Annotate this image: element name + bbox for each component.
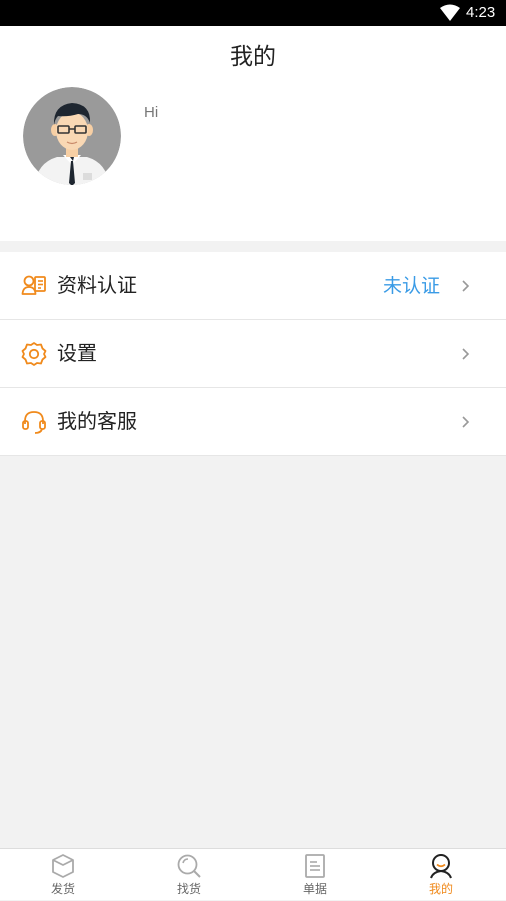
page-title: 我的 — [230, 44, 276, 70]
tab-label: 找货 — [176, 882, 201, 896]
status-time: 4:23 — [466, 4, 496, 21]
greeting-text: Hi — [144, 104, 159, 121]
tab-documents[interactable]: 单据 — [252, 849, 378, 901]
settings-menu: 资料认证 未认证 设置 我的客服 — [0, 252, 506, 456]
tab-mine[interactable]: 我的 — [378, 849, 504, 901]
user-icon — [430, 854, 452, 879]
tab-label: 我的 — [428, 882, 453, 896]
avatar[interactable] — [23, 87, 121, 185]
menu-item-label: 设置 — [57, 341, 97, 365]
tab-label: 发货 — [50, 882, 75, 896]
headset-icon — [22, 411, 46, 434]
tab-label: 单据 — [302, 882, 327, 896]
profile-section: 我的 Hi — [0, 26, 506, 241]
menu-item-verification[interactable]: 资料认证 未认证 — [0, 252, 506, 320]
user-avatar-icon — [23, 87, 121, 185]
document-icon — [305, 854, 325, 878]
menu-item-customer-service[interactable]: 我的客服 — [0, 388, 506, 456]
menu-item-settings[interactable]: 设置 — [0, 320, 506, 388]
wifi-icon — [440, 4, 460, 21]
tab-ship[interactable]: 发货 — [0, 849, 126, 901]
id-card-icon — [21, 275, 46, 295]
menu-item-label: 资料认证 — [57, 273, 137, 297]
menu-item-label: 我的客服 — [57, 409, 137, 433]
chevron-right-icon — [462, 348, 470, 360]
verification-status: 未认证 — [382, 275, 440, 297]
chevron-right-icon — [462, 416, 470, 428]
chevron-right-icon — [462, 280, 470, 292]
bottom-tab-bar: 发货 找货 单据 我的 — [0, 848, 506, 900]
tab-find-goods[interactable]: 找货 — [126, 849, 252, 901]
search-icon — [177, 854, 201, 878]
status-bar: 4:23 — [0, 0, 506, 26]
package-icon — [52, 854, 74, 878]
gear-icon — [21, 342, 47, 366]
